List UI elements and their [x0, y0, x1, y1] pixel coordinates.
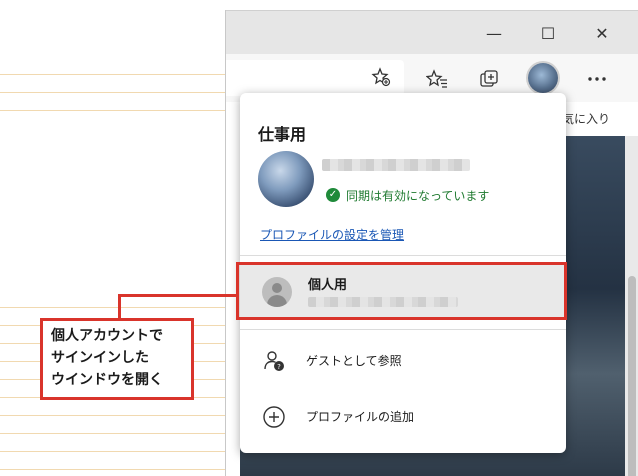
callout-line-3: ウインドウを開く	[51, 372, 163, 388]
favorites-icon[interactable]	[424, 66, 450, 92]
more-icon[interactable]	[584, 66, 610, 92]
minimize-button[interactable]: —	[482, 21, 506, 45]
profile-avatar-button[interactable]	[528, 63, 558, 93]
add-profile-label: プロファイルの追加	[306, 410, 415, 424]
divider	[240, 329, 566, 330]
work-profile-title: 仕事用	[258, 125, 307, 144]
guest-label: ゲストとして参照	[306, 354, 402, 368]
scrollbar[interactable]	[625, 136, 638, 476]
sync-check-icon: ✓	[326, 188, 340, 202]
browse-as-guest-item[interactable]: ? ゲストとして参照	[240, 341, 566, 381]
maximize-button[interactable]: ☐	[536, 21, 560, 45]
scrollbar-thumb[interactable]	[628, 276, 636, 476]
address-bar[interactable]	[226, 60, 404, 96]
blurred-account-name	[322, 159, 470, 171]
callout-line-1: 個人アカウントで	[51, 328, 163, 344]
callout-line-2: サインインした	[51, 350, 149, 366]
guest-person-icon: ?	[262, 349, 286, 373]
close-button[interactable]: ✕	[590, 21, 614, 45]
divider	[240, 255, 566, 256]
favorites-bar-label[interactable]: 気に入り	[562, 110, 610, 127]
work-profile-avatar	[258, 151, 314, 207]
add-favorite-icon[interactable]	[368, 64, 394, 90]
highlight-box	[236, 262, 567, 320]
collections-icon[interactable]	[476, 66, 502, 92]
callout-leader-vertical	[118, 296, 121, 320]
callout-leader-horizontal	[118, 294, 238, 297]
manage-profile-settings-link[interactable]: プロファイルの設定を管理	[260, 226, 404, 243]
ruled-lines-top	[0, 57, 238, 117]
title-bar: — ☐ ✕	[226, 10, 638, 55]
add-profile-icon	[262, 405, 286, 429]
svg-text:?: ?	[277, 363, 281, 371]
annotation-callout: 個人アカウントで サインインした ウインドウを開く	[40, 318, 194, 400]
sync-status-text: 同期は有効になっています	[346, 189, 490, 203]
add-profile-item[interactable]: プロファイルの追加	[240, 397, 566, 437]
